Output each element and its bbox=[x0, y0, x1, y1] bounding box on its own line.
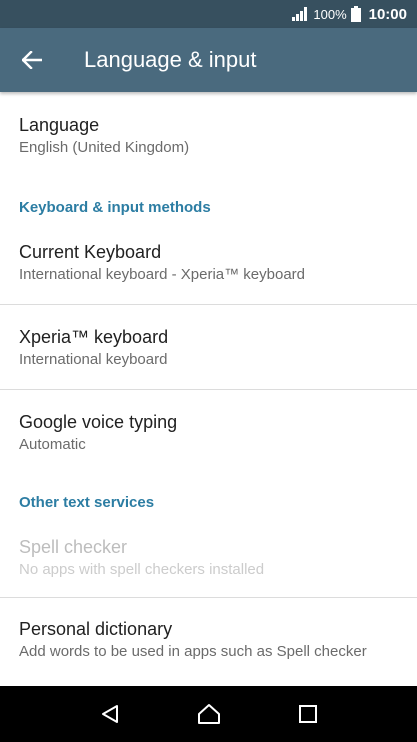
battery-icon bbox=[350, 6, 361, 22]
app-bar: Language & input bbox=[0, 28, 417, 92]
back-triangle-icon bbox=[101, 705, 118, 723]
settings-list: Language English (United Kingdom) Keyboa… bbox=[0, 92, 417, 686]
google-voice-typing-item[interactable]: Google voice typing Automatic bbox=[0, 390, 417, 472]
language-title: Language bbox=[19, 115, 100, 135]
spell-checker-summary: No apps with spell checkers installed bbox=[19, 561, 265, 578]
personal-dictionary-summary: Add words to be used in apps such as Spe… bbox=[19, 643, 367, 660]
page-title: Language & input bbox=[84, 47, 257, 72]
current-keyboard-title: Current Keyboard bbox=[19, 242, 162, 262]
recents-square-icon bbox=[298, 705, 317, 723]
language-item[interactable]: Language English (United Kingdom) bbox=[0, 92, 417, 172]
language-summary: English (United Kingdom) bbox=[19, 139, 190, 156]
other-services-section-header: Other text services bbox=[19, 494, 155, 511]
google-voice-typing-title: Google voice typing bbox=[19, 412, 178, 432]
personal-dictionary-title: Personal dictionary bbox=[19, 619, 173, 639]
xperia-keyboard-summary: International keyboard bbox=[19, 351, 168, 368]
nav-recents-button[interactable] bbox=[288, 694, 328, 734]
battery-percent: 100% bbox=[313, 6, 347, 22]
nav-home-button[interactable] bbox=[189, 694, 229, 734]
navigation-bar bbox=[0, 686, 417, 742]
back-button[interactable] bbox=[0, 28, 64, 92]
current-keyboard-item[interactable]: Current Keyboard International keyboard … bbox=[0, 220, 417, 304]
home-icon bbox=[197, 704, 220, 724]
spell-checker-item: Spell checker No apps with spell checker… bbox=[0, 514, 417, 597]
xperia-keyboard-item[interactable]: Xperia™ keyboard International keyboard bbox=[0, 305, 417, 389]
keyboard-section-header: Keyboard & input methods bbox=[19, 199, 211, 216]
spell-checker-title: Spell checker bbox=[19, 537, 128, 557]
signal-icon bbox=[292, 7, 308, 21]
status-bar: 100% 10:00 bbox=[0, 0, 417, 28]
current-keyboard-summary: International keyboard - Xperia™ keyboar… bbox=[19, 266, 305, 283]
nav-back-button[interactable] bbox=[90, 694, 130, 734]
xperia-keyboard-title: Xperia™ keyboard bbox=[19, 327, 169, 347]
google-voice-typing-summary: Automatic bbox=[19, 436, 86, 453]
arrow-back-icon bbox=[22, 51, 42, 69]
clock: 10:00 bbox=[368, 5, 407, 23]
personal-dictionary-item[interactable]: Personal dictionary Add words to be used… bbox=[0, 598, 417, 682]
